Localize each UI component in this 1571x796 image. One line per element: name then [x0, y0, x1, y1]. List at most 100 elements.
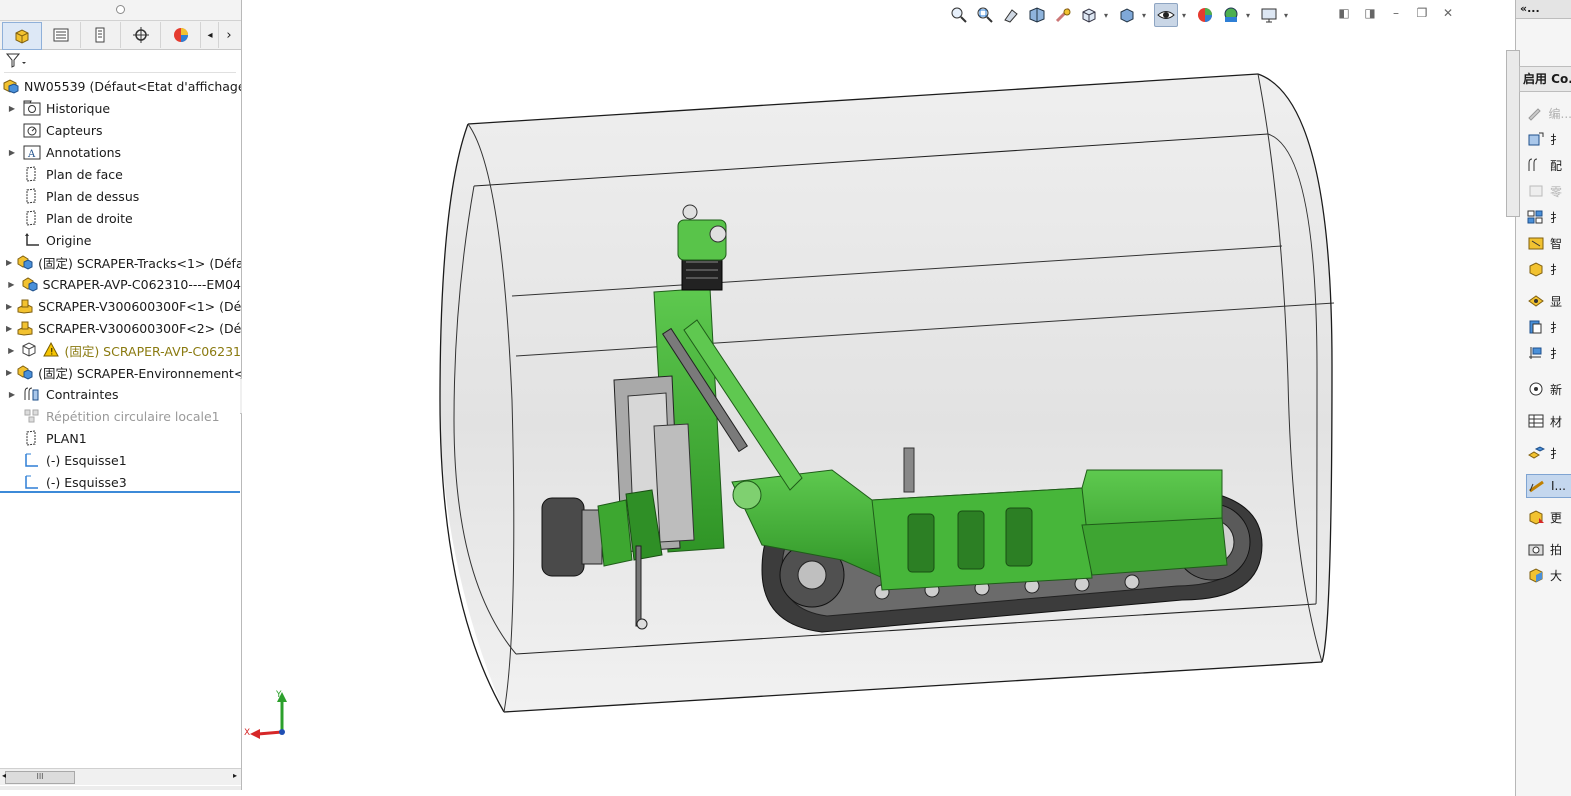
task-pane-command-label: 大 — [1550, 568, 1563, 583]
task-pane-command[interactable]: 新 — [1526, 378, 1571, 400]
task-pane-command-label: 扌 — [1550, 346, 1563, 361]
display-manager-icon — [174, 28, 188, 42]
tree-filter[interactable] — [4, 52, 236, 73]
task-pane-side-tabs[interactable] — [1506, 50, 1520, 217]
expand-arrow-icon[interactable]: ▶ — [6, 258, 12, 267]
task-pane-command[interactable]: 零 — [1526, 180, 1571, 202]
assembly-model[interactable] — [242, 0, 1515, 790]
tab-configuration-manager[interactable] — [82, 22, 121, 48]
task-pane-command[interactable]: 扌 — [1526, 258, 1571, 280]
task-pane-command[interactable]: 扌 — [1526, 206, 1571, 228]
tree-item[interactable]: Capteurs — [0, 119, 241, 141]
task-pane-command-label: 材 — [1550, 414, 1563, 429]
tab-property-manager[interactable] — [42, 22, 81, 48]
tree-item[interactable]: ▶ (固定) SCRAPER-Tracks<1> (Défa — [0, 251, 241, 273]
tree-item[interactable]: ▶ Contraintes — [0, 383, 241, 405]
task-pane: «... 启用 Co... 编...扌配零扌智扌显扌扌新材扌I...更拍大 — [1506, 0, 1571, 796]
tree-item[interactable]: ▶ SCRAPER-V300600300F<2> (Déf — [0, 317, 241, 339]
task-pane-command-label: 扌 — [1550, 446, 1563, 461]
tree-item-label: (固定) SCRAPER-Tracks<1> (Défa — [38, 255, 241, 271]
tree-item[interactable]: ▶ SCRAPER-AVP-C062310----EM04 — [0, 273, 241, 295]
plane-icon — [22, 187, 42, 205]
task-pane-command[interactable]: 扌 — [1526, 442, 1571, 464]
tree-item[interactable]: Répétition circulaire locale1 — [0, 405, 241, 427]
tree-item-label: Plan de face — [46, 166, 123, 182]
chevron-right-icon: › — [226, 27, 232, 43]
task-pane-command-label: 扌 — [1550, 320, 1563, 335]
edit-icon — [1526, 104, 1545, 122]
expand-arrow-icon[interactable]: ▶ — [6, 104, 18, 113]
tree-item[interactable]: ▶! (固定) SCRAPER-AVP-C06231 — [0, 339, 241, 361]
tree-item[interactable]: (-) Esquisse1 — [0, 449, 241, 471]
tree-item[interactable]: Plan de face — [0, 163, 241, 185]
task-pane-command[interactable]: 更 — [1526, 506, 1571, 528]
svg-text:!: ! — [50, 348, 54, 358]
tree-item[interactable]: ▶ (固定) SCRAPER-Environnement< — [0, 361, 241, 383]
tab-scroll-left[interactable]: ◂ — [202, 22, 219, 48]
task-pane-command[interactable]: 扌 — [1526, 128, 1571, 150]
expand-arrow-icon[interactable]: ▶ — [6, 390, 18, 399]
tree-item[interactable]: ▶ Historique — [0, 97, 241, 119]
tree-item-label: Répétition circulaire locale1 — [46, 408, 220, 424]
task-pane-command[interactable]: 大 — [1526, 564, 1571, 586]
rollback-bar[interactable] — [0, 491, 240, 493]
reference-geometry-icon — [1526, 344, 1546, 362]
expand-arrow-icon[interactable]: ▶ — [6, 368, 12, 377]
subassembly-icon — [16, 363, 34, 381]
tab-scroll-right[interactable]: › — [220, 22, 238, 48]
feature-manager-panel: ◂ › NW05539 (Défaut<Etat d'affichage-1 ▶… — [0, 0, 242, 790]
tree-item[interactable]: Plan de dessus — [0, 185, 241, 207]
task-pane-command[interactable]: 拍 — [1526, 538, 1571, 560]
tree-item-label: Annotations — [46, 144, 122, 160]
tree-item[interactable]: (-) Esquisse3 — [0, 471, 241, 493]
part-icon — [16, 319, 34, 337]
tree-item[interactable]: PLAN1 — [0, 427, 241, 449]
svg-text:A: A — [27, 149, 36, 160]
tree-item[interactable]: Plan de droite — [0, 207, 241, 229]
tree-item-label: (-) Esquisse3 — [46, 474, 127, 490]
bottom-tab-strip[interactable] — [0, 786, 241, 790]
plane-icon — [22, 429, 42, 447]
scrollbar-thumb[interactable]: III — [5, 771, 75, 784]
expand-arrow-icon[interactable]: ▶ — [6, 302, 12, 311]
task-pane-command[interactable]: 扌 — [1526, 316, 1571, 338]
expand-arrow-icon[interactable]: ▶ — [6, 346, 16, 355]
task-pane-command[interactable]: 显 — [1526, 290, 1571, 312]
task-pane-command[interactable]: 材 — [1526, 410, 1571, 432]
task-pane-command[interactable]: 智 — [1526, 232, 1571, 254]
instant3d-icon — [1527, 477, 1547, 495]
graphics-viewport[interactable]: ▾ ▾ ▾ ▾ ▾ ◧ ◨ – ❐ ✕ Y X — [242, 0, 1515, 790]
panel-grip[interactable] — [0, 0, 241, 21]
expand-arrow-icon[interactable]: ▶ — [6, 280, 17, 289]
task-pane-command[interactable]: 配 — [1526, 154, 1571, 176]
task-pane-command-label: 显 — [1550, 294, 1563, 309]
tree-root[interactable]: NW05539 (Défaut<Etat d'affichage-1 — [0, 75, 241, 97]
task-pane-collapse[interactable]: «... — [1516, 0, 1571, 19]
expand-arrow-icon[interactable]: ▶ — [6, 324, 12, 333]
scroll-left-arrow-icon[interactable]: ◂ — [2, 771, 6, 780]
scroll-right-arrow-icon[interactable]: ▸ — [233, 771, 237, 780]
task-pane-command[interactable]: 扌 — [1526, 342, 1571, 364]
history-folder-icon — [22, 99, 42, 117]
task-pane-command[interactable]: I... — [1526, 474, 1571, 498]
tab-display-manager[interactable] — [162, 22, 201, 48]
task-pane-command-label: 零 — [1550, 184, 1563, 199]
pattern-icon — [22, 407, 42, 425]
move-component-icon — [1526, 260, 1546, 278]
sketch-icon — [22, 451, 42, 469]
expand-arrow-icon[interactable]: ▶ — [6, 148, 18, 157]
tree-item[interactable]: Origine — [0, 229, 241, 251]
tree-item[interactable]: ▶ SCRAPER-V300600300F<1> (Déf — [0, 295, 241, 317]
tree-item[interactable]: ▶ A Annotations — [0, 141, 241, 163]
tree-item-label: Capteurs — [46, 122, 103, 138]
smart-fastener-icon — [1526, 234, 1546, 252]
task-pane-command[interactable]: 编... — [1526, 102, 1571, 124]
horizontal-scrollbar[interactable]: III ◂ ▸ — [0, 768, 241, 785]
tree-item-label: (固定) SCRAPER-Environnement< — [38, 365, 241, 381]
tab-dimxpert-manager[interactable] — [122, 22, 161, 48]
configuration-manager-icon — [95, 27, 105, 43]
bom-icon — [1526, 412, 1546, 430]
exploded-view-icon — [1526, 444, 1546, 462]
tree-item-label: SCRAPER-V300600300F<2> (Déf — [38, 320, 241, 336]
tab-feature-tree[interactable] — [2, 22, 42, 50]
